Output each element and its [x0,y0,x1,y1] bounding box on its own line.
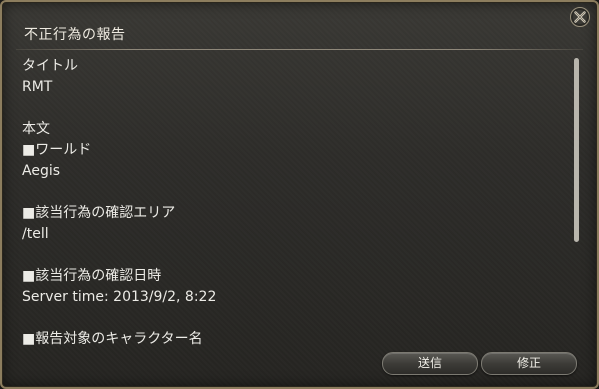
title-value: RMT [22,79,53,95]
report-content: タイトル RMT 本文 ■ワールド Aegis ■該当行為の確認エリア /tel… [22,56,562,346]
window-title: 不正行為の報告 [24,27,126,43]
area-value: /tell [22,226,49,242]
scrollbar[interactable] [574,56,580,346]
area-heading: ■該当行為の確認エリア [22,205,176,221]
datetime-heading: ■該当行為の確認日時 [22,268,162,284]
send-button[interactable]: 送信 [382,352,478,375]
title-label: タイトル [22,58,78,74]
title-divider [16,49,583,50]
scrollbar-thumb[interactable] [574,58,579,242]
edit-button[interactable]: 修正 [481,352,577,375]
world-heading: ■ワールド [22,142,92,158]
datetime-value: Server time: 2013/9/2, 8:22 [22,289,217,305]
close-icon [570,7,590,27]
close-button[interactable] [569,6,591,28]
title-bar: 不正行為の報告 [2,2,597,48]
character-heading: ■報告対象のキャラクター名 [22,331,203,346]
body-label: 本文 [22,121,50,137]
world-value: Aegis [22,163,61,179]
